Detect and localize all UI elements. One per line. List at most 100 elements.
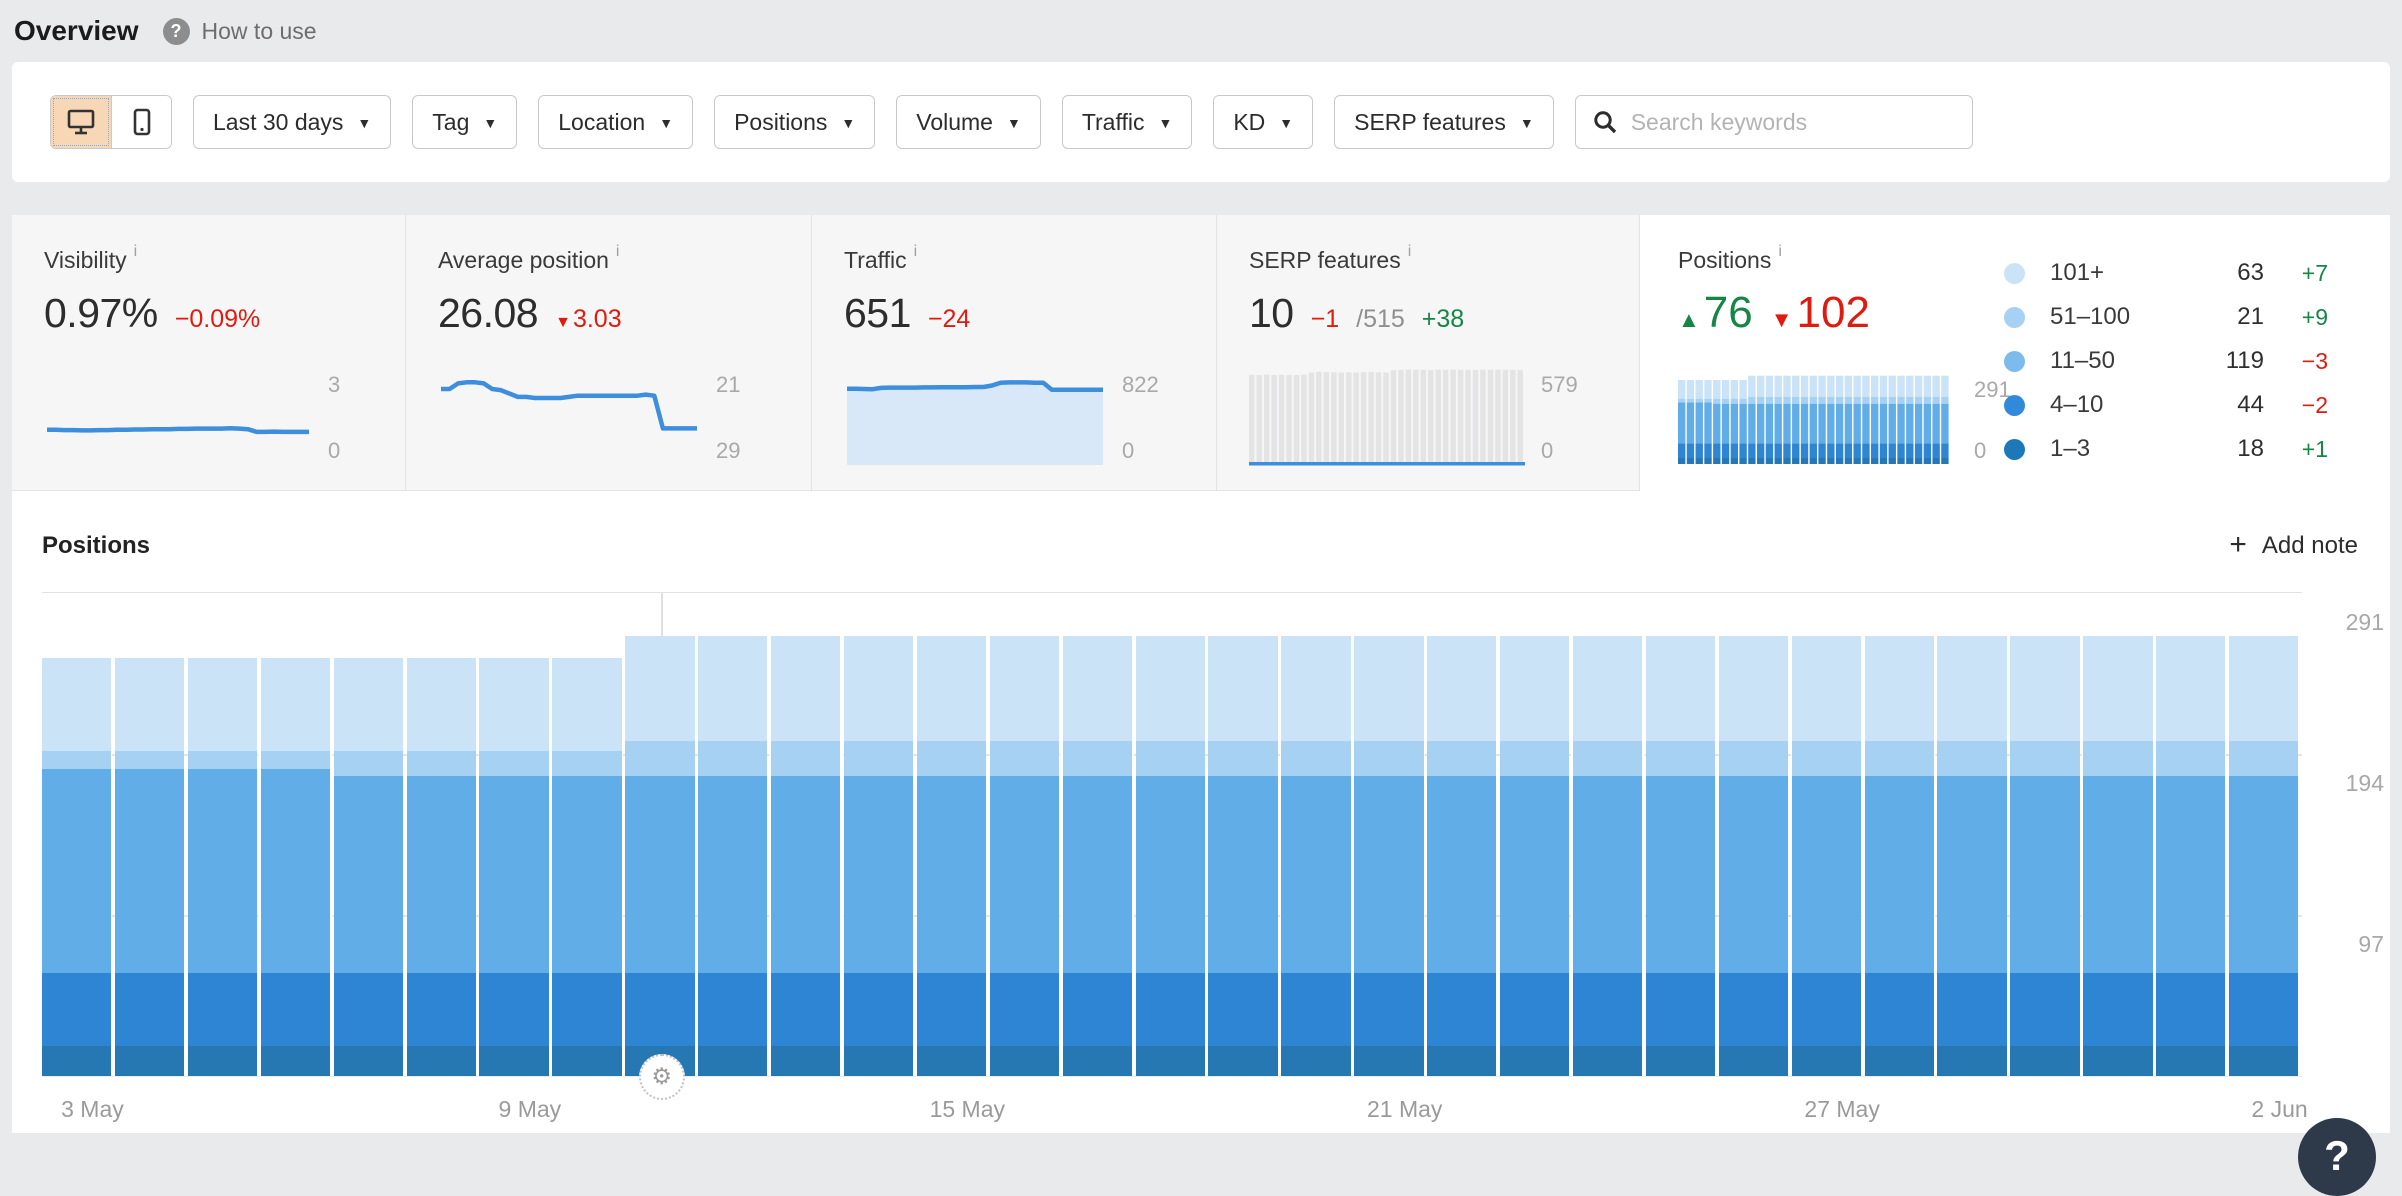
chart-segment-11–50 bbox=[1281, 776, 1350, 974]
chart-column-25 May[interactable] bbox=[1646, 636, 1715, 1076]
chart-column-13 May[interactable] bbox=[771, 636, 840, 1076]
add-note-button[interactable]: + Add note bbox=[2229, 531, 2358, 561]
chart-column-18 May[interactable] bbox=[1136, 636, 1205, 1076]
chart-segment-1–3 bbox=[698, 1046, 767, 1076]
chart-segment-51–100 bbox=[261, 751, 330, 769]
chart-segment-4–10 bbox=[1646, 973, 1715, 1046]
chart-column-3 May[interactable] bbox=[42, 658, 111, 1076]
chart-segment-4–10 bbox=[552, 973, 621, 1046]
legend-delta: +9 bbox=[2264, 304, 2328, 331]
axis-min: 29 bbox=[716, 438, 740, 464]
chart-column-22 May[interactable] bbox=[1427, 636, 1496, 1076]
info-icon: i bbox=[616, 243, 620, 260]
chart-segment-11–50 bbox=[1063, 776, 1132, 974]
metric-card-serp-features[interactable]: SERP featuresi 10 −1 /515 +38 5790 bbox=[1217, 215, 1640, 491]
chart-segment-1–3 bbox=[917, 1046, 986, 1076]
location-dropdown[interactable]: Location ▼ bbox=[538, 95, 693, 149]
chart-segment-11–50 bbox=[625, 776, 694, 974]
chart-column-15 May[interactable] bbox=[917, 636, 986, 1076]
chart-column-10 May[interactable] bbox=[552, 658, 621, 1076]
help-bubble-button[interactable]: ? bbox=[2298, 1118, 2376, 1196]
legend-row-4–10[interactable]: 4–1044−2 bbox=[2004, 383, 2328, 427]
chart-column-24 May[interactable] bbox=[1573, 636, 1642, 1076]
chart-column-31 May[interactable] bbox=[2083, 636, 2152, 1076]
legend-row-11–50[interactable]: 11–50119−3 bbox=[2004, 339, 2328, 383]
desktop-icon bbox=[66, 108, 96, 136]
chart-column-12 May[interactable] bbox=[698, 636, 767, 1076]
legend-dot-icon bbox=[2004, 307, 2025, 328]
chart-segment-101+ bbox=[1937, 636, 2006, 741]
x-axis-label: 3 May bbox=[61, 1096, 124, 1123]
chart-column-16 May[interactable] bbox=[990, 636, 1059, 1076]
mobile-toggle-button[interactable] bbox=[111, 96, 171, 148]
chart-segment-4–10 bbox=[115, 973, 184, 1046]
chart-column-26 May[interactable] bbox=[1719, 636, 1788, 1076]
positions-dropdown[interactable]: Positions ▼ bbox=[714, 95, 875, 149]
traffic-dropdown[interactable]: Traffic ▼ bbox=[1062, 95, 1192, 149]
chart-column-8 May[interactable] bbox=[407, 658, 476, 1076]
chart-column-2 Jun[interactable] bbox=[2229, 636, 2298, 1076]
chart-segment-4–10 bbox=[1500, 973, 1569, 1046]
x-axis-label: 27 May bbox=[1804, 1096, 1879, 1123]
chart-column-30 May[interactable] bbox=[2010, 636, 2079, 1076]
chart-segment-11–50 bbox=[42, 769, 111, 973]
metric-card-average-position[interactable]: Average positioni 26.08 ▼3.03 2129 bbox=[406, 215, 812, 491]
chart-segment-51–100 bbox=[1354, 741, 1423, 776]
desktop-toggle-button[interactable] bbox=[51, 96, 111, 148]
chevron-down-icon: ▼ bbox=[841, 115, 855, 131]
chart-column-28 May[interactable] bbox=[1865, 636, 1934, 1076]
chart-segment-101+ bbox=[1208, 636, 1277, 741]
legend-row-51–100[interactable]: 51–10021+9 bbox=[2004, 295, 2328, 339]
chart-segment-4–10 bbox=[1719, 973, 1788, 1046]
chart-segment-11–50 bbox=[844, 776, 913, 974]
chart-segment-1–3 bbox=[1208, 1046, 1277, 1076]
chart-segment-4–10 bbox=[1136, 973, 1205, 1046]
metric-total: /515 bbox=[1356, 305, 1405, 334]
y-axis-label: 194 bbox=[2312, 770, 2384, 797]
kd-dropdown[interactable]: KD ▼ bbox=[1213, 95, 1313, 149]
date-range-dropdown[interactable]: Last 30 days ▼ bbox=[193, 95, 391, 149]
chart-segment-4–10 bbox=[261, 973, 330, 1046]
chart-segment-51–100 bbox=[1500, 741, 1569, 776]
chart-column-6 May[interactable] bbox=[261, 658, 330, 1076]
chart-column-1 Jun[interactable] bbox=[2156, 636, 2225, 1076]
chart-column-23 May[interactable] bbox=[1500, 636, 1569, 1076]
metric-delta: −1 bbox=[1311, 305, 1340, 334]
metric-value: 10 bbox=[1249, 290, 1294, 337]
chart-column-29 May[interactable] bbox=[1937, 636, 2006, 1076]
metric-card-traffic[interactable]: Traffici 651 −24 8220 bbox=[812, 215, 1217, 491]
note-marker-gear-icon[interactable]: ⚙ bbox=[639, 1054, 685, 1100]
axis-min: 0 bbox=[328, 438, 340, 464]
legend-row-101+[interactable]: 101+63+7 bbox=[2004, 251, 2328, 295]
x-axis-label: 15 May bbox=[930, 1096, 1005, 1123]
chart-column-5 May[interactable] bbox=[188, 658, 257, 1076]
how-to-use-link[interactable]: ? How to use bbox=[163, 18, 317, 45]
chart-segment-4–10 bbox=[1937, 973, 2006, 1046]
chart-segment-1–3 bbox=[771, 1046, 840, 1076]
chart-segment-4–10 bbox=[1865, 973, 1934, 1046]
chart-column-7 May[interactable] bbox=[334, 658, 403, 1076]
chart-column-9 May[interactable] bbox=[479, 658, 548, 1076]
chart-column-4 May[interactable] bbox=[115, 658, 184, 1076]
chart-column-20 May[interactable] bbox=[1281, 636, 1350, 1076]
search-input[interactable] bbox=[1631, 109, 1956, 136]
chart-column-11 May[interactable] bbox=[625, 636, 694, 1076]
chart-segment-51–100 bbox=[42, 751, 111, 769]
chart-column-14 May[interactable] bbox=[844, 636, 913, 1076]
traffic-sparkline: 8220 bbox=[844, 366, 1159, 466]
tag-dropdown[interactable]: Tag ▼ bbox=[412, 95, 517, 149]
chart-segment-101+ bbox=[771, 636, 840, 741]
chart-column-21 May[interactable] bbox=[1354, 636, 1423, 1076]
chart-column-19 May[interactable] bbox=[1208, 636, 1277, 1076]
chart-segment-4–10 bbox=[1208, 973, 1277, 1046]
metric-card-positions[interactable]: Positionsi ▲76 ▼102 291 0 101+63+751–100… bbox=[1640, 215, 2390, 491]
volume-dropdown[interactable]: Volume ▼ bbox=[896, 95, 1041, 149]
question-mark-icon: ? bbox=[163, 18, 190, 45]
positions-label: Positions bbox=[734, 109, 827, 136]
metric-card-visibility[interactable]: Visibilityi 0.97% −0.09% 30 bbox=[12, 215, 406, 491]
chart-column-27 May[interactable] bbox=[1792, 636, 1861, 1076]
chart-segment-51–100 bbox=[2010, 741, 2079, 776]
legend-row-1–3[interactable]: 1–318+1 bbox=[2004, 427, 2328, 471]
chart-column-17 May[interactable] bbox=[1063, 636, 1132, 1076]
serp-features-dropdown[interactable]: SERP features ▼ bbox=[1334, 95, 1554, 149]
